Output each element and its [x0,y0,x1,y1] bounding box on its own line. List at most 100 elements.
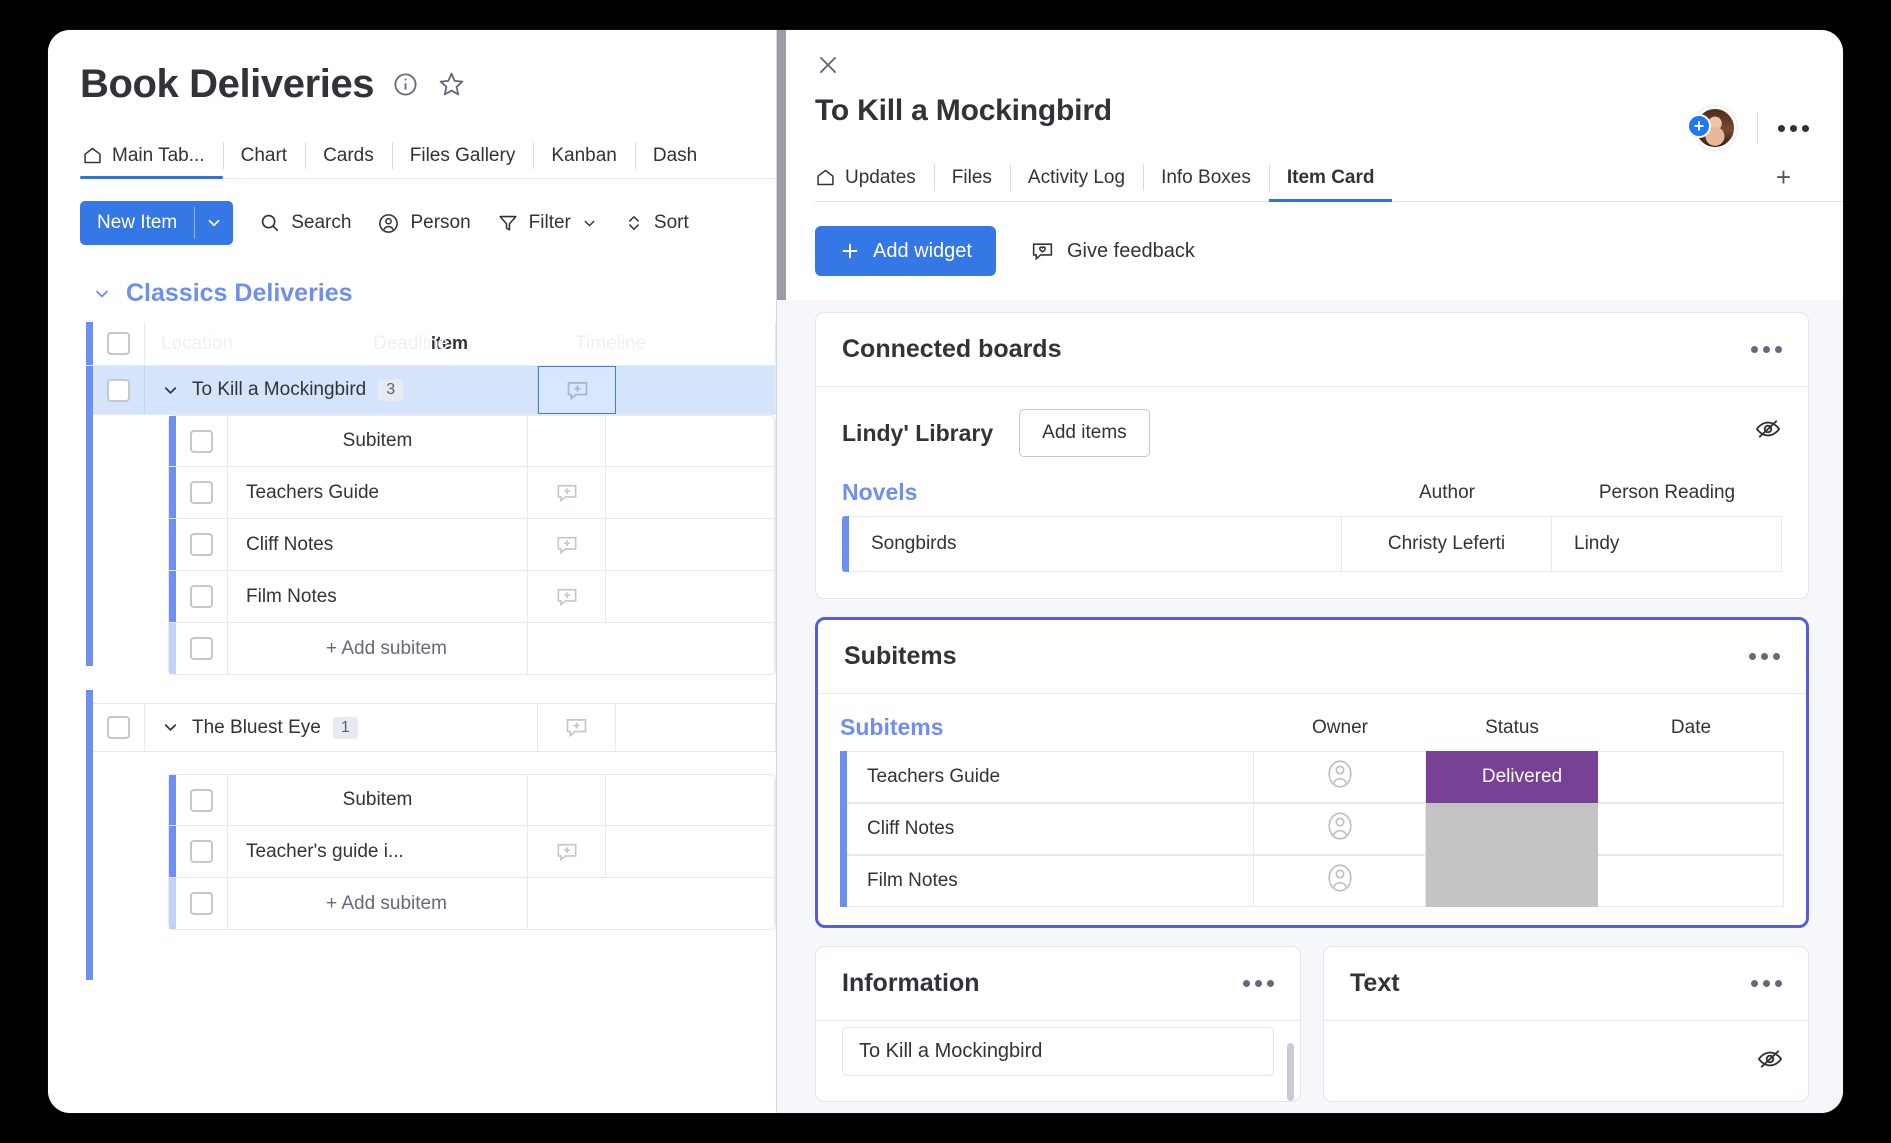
column-header-item[interactable]: Location Deadline Item Timeline [145,322,776,365]
timeline-cell[interactable] [616,366,776,414]
cell-owner[interactable] [1254,855,1426,907]
cell-owner[interactable] [1254,803,1426,855]
cell-date[interactable] [1598,751,1784,803]
tab-item-card[interactable]: Item Card [1268,154,1393,202]
add-update-icon[interactable] [528,519,606,570]
select-all-checkbox[interactable] [93,322,145,365]
cell-author[interactable]: Christy Leferti [1342,516,1552,572]
add-subitem-row[interactable]: + Add subitem [168,878,776,930]
sort-icon [624,213,644,233]
table-title-novels[interactable]: Novels [842,479,1342,506]
person-icon [377,212,400,235]
status-badge[interactable]: Delivered [1426,751,1598,803]
subitem-checkbox[interactable] [176,571,228,622]
widget-more-menu-icon[interactable] [1749,653,1780,660]
subitem-row[interactable]: Teachers Guide [168,467,776,519]
chevron-down-icon[interactable] [161,718,180,737]
subitem-checkbox[interactable] [176,826,228,877]
view-tab-cards[interactable]: Cards [305,133,392,178]
widget-title: Connected boards [842,335,1062,363]
cell-novel-name[interactable]: Songbirds [849,516,1342,572]
item-name-cell[interactable]: To Kill a Mockingbird 3 [145,366,538,414]
table-title-subitems[interactable]: Subitems [840,714,1254,741]
view-tab-files-gallery[interactable]: Files Gallery [391,133,534,178]
add-update-icon[interactable] [528,571,606,622]
new-item-button[interactable]: New Item [80,201,234,245]
subitem-select-all-checkbox[interactable] [176,775,228,825]
group-title: Classics Deliveries [126,279,353,307]
table-row[interactable]: Cliff Notes [840,803,1784,855]
info-icon[interactable] [392,71,419,98]
cell-date[interactable] [1598,855,1784,907]
cell-subitem-name[interactable]: Cliff Notes [847,803,1254,855]
view-tab-chart[interactable]: Chart [222,133,305,178]
table-row[interactable]: To Kill a Mockingbird 3 [86,366,776,415]
subitem-name: Teacher's guide i... [228,826,528,877]
add-items-button[interactable]: Add items [1019,409,1150,457]
status-badge[interactable] [1426,803,1598,855]
widget-header: Connected boards [816,313,1808,387]
group-header[interactable]: Classics Deliveries [48,279,776,308]
subitem-row[interactable]: Cliff Notes [168,519,776,571]
app-window: Book Deliveries Main Tab... Chart Cards … [48,30,1843,1113]
item-name-cell[interactable]: The Bluest Eye 1 [145,704,538,751]
add-subitem-row[interactable]: + Add subitem [168,623,776,675]
view-tab-kanban[interactable]: Kanban [533,133,635,178]
view-tab-main-table[interactable]: Main Tab... [80,133,223,179]
row-checkbox[interactable] [93,704,145,751]
subitem-select-all-checkbox[interactable] [176,416,228,466]
add-update-icon[interactable] [528,826,606,877]
subitem-checkbox[interactable] [176,878,228,929]
eye-off-icon[interactable] [1756,1045,1784,1078]
filter-button[interactable]: Filter [497,212,598,234]
widget-connected-boards: Connected boards Lindy' Library Add item… [815,312,1809,599]
timeline-cell[interactable] [616,704,776,751]
table-row[interactable]: Teachers Guide Delivered [840,751,1784,803]
subitem-row[interactable]: Film Notes [168,571,776,623]
add-update-icon[interactable] [538,366,616,414]
favorite-star-icon[interactable] [437,70,466,99]
subitem-checkbox[interactable] [176,623,228,674]
person-filter-button[interactable]: Person [377,212,471,235]
subitem-row[interactable]: Teacher's guide i... [168,826,776,878]
widget-more-menu-icon[interactable] [1243,980,1274,987]
cell-date[interactable] [1598,803,1784,855]
widget-scrollbar[interactable] [1287,1043,1294,1101]
eye-off-icon[interactable] [1754,415,1782,448]
cell-owner[interactable] [1254,751,1426,803]
table-row[interactable]: Film Notes [840,855,1784,907]
add-update-icon[interactable] [538,704,616,751]
close-icon[interactable] [815,52,841,78]
chevron-down-icon[interactable] [92,284,112,304]
widget-more-menu-icon[interactable] [1751,980,1782,987]
cell-person-reading[interactable]: Lindy [1552,516,1782,572]
search-button[interactable]: Search [259,212,351,234]
tab-info-boxes[interactable]: Info Boxes [1143,154,1269,201]
widget-more-menu-icon[interactable] [1751,346,1782,353]
table-row[interactable]: The Bluest Eye 1 [86,703,776,752]
subitem-checkbox[interactable] [176,467,228,518]
tab-files[interactable]: Files [933,154,1010,201]
give-feedback-button[interactable]: Give feedback [1030,239,1195,264]
information-field-value[interactable]: To Kill a Mockingbird [842,1027,1274,1076]
table-header: Novels Author Person Reading [842,479,1782,516]
add-update-icon[interactable] [528,467,606,518]
table-row[interactable]: Songbirds Christy Leferti Lindy [842,516,1782,572]
tab-updates[interactable]: Updates [815,154,934,201]
add-widget-button[interactable]: Add widget [815,226,996,276]
add-tab-button[interactable]: + [1758,154,1809,201]
sort-button[interactable]: Sort [624,212,689,234]
chevron-down-icon[interactable] [195,201,233,245]
cell-subitem-name[interactable]: Film Notes [847,855,1254,907]
chevron-down-icon[interactable] [161,381,180,400]
panel-more-menu-icon[interactable] [1778,124,1809,132]
view-tab-dashboard[interactable]: Dash [634,133,715,178]
status-badge[interactable] [1426,855,1598,907]
tab-activity-log[interactable]: Activity Log [1009,154,1143,201]
avatar[interactable]: + [1687,106,1737,150]
cell-subitem-name[interactable]: Teachers Guide [847,751,1254,803]
chevron-down-icon[interactable] [581,215,598,232]
add-person-icon[interactable]: + [1687,114,1711,138]
row-checkbox[interactable] [93,366,145,414]
subitem-checkbox[interactable] [176,519,228,570]
